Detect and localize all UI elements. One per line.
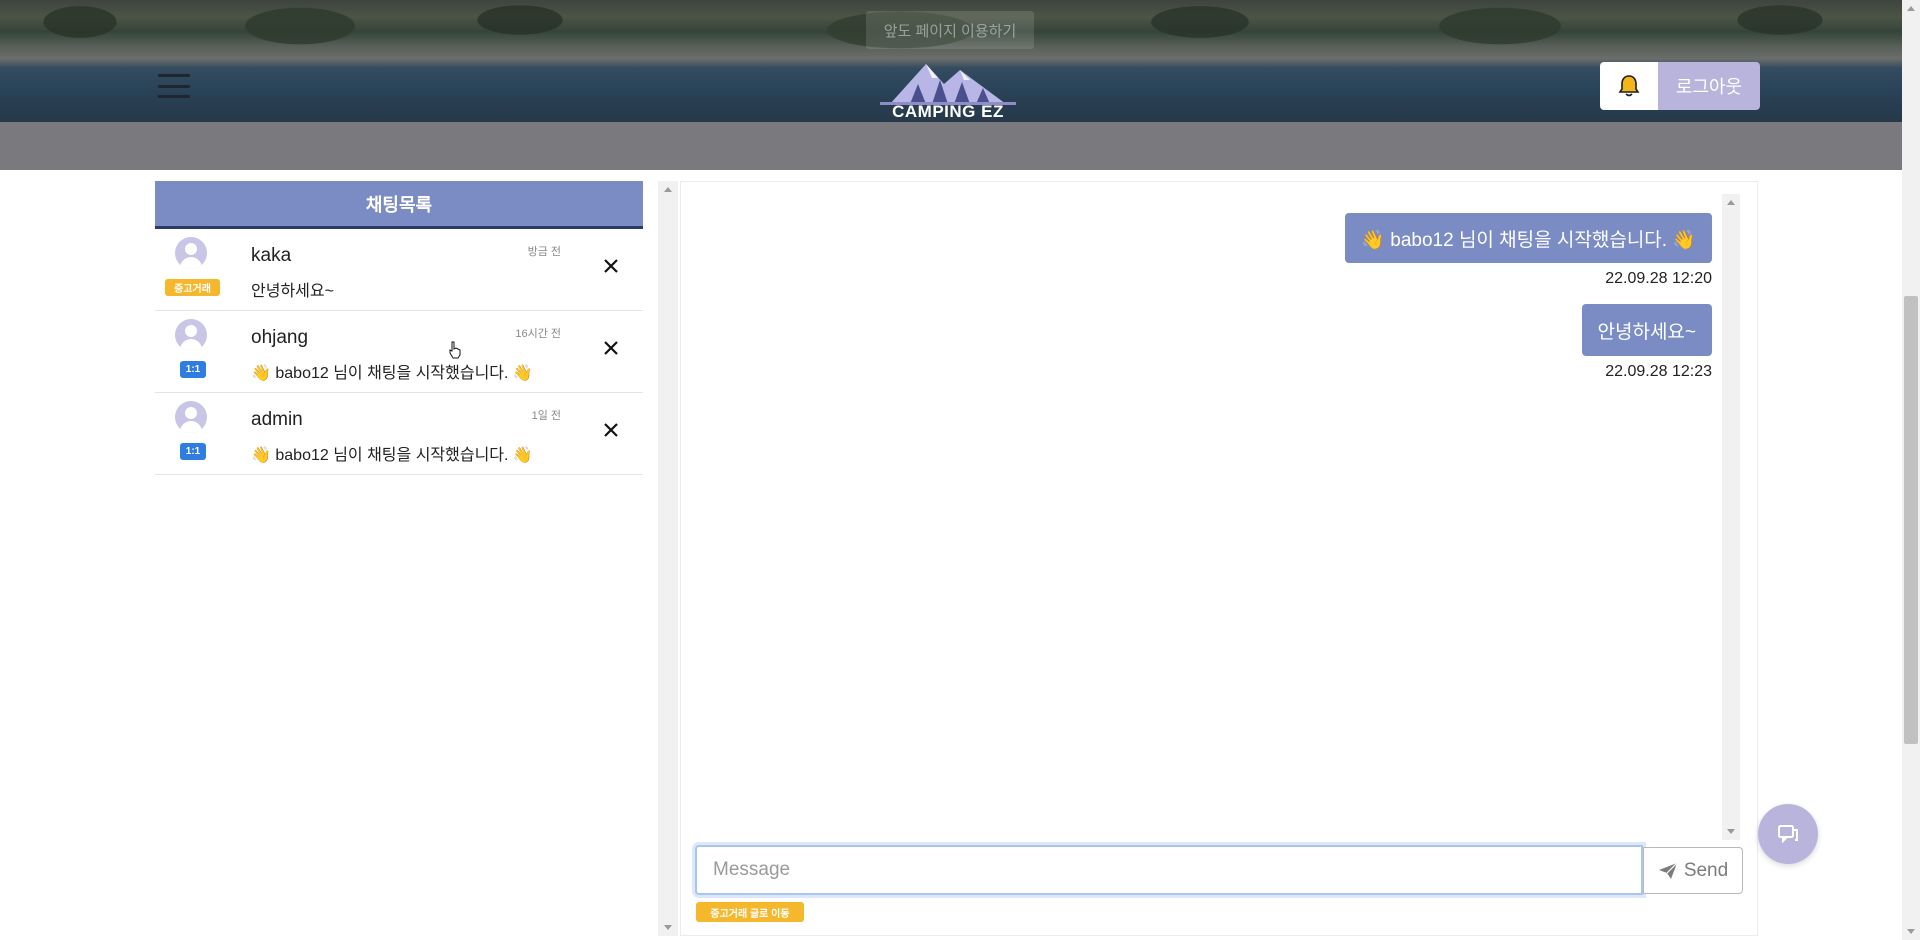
mountain-logo-icon xyxy=(880,64,1016,105)
tag-one-on-one: 1:1 xyxy=(180,361,206,378)
chat-time: 16시간 전 xyxy=(515,328,561,340)
room-outer-scrollbar[interactable] xyxy=(658,181,678,936)
chat-list-item[interactable]: 1:1 admin 1일 전 👋 babo12 님이 채팅을 시작했습니다. 👋 xyxy=(155,393,643,475)
avatar xyxy=(175,401,207,433)
avatar xyxy=(175,237,207,269)
tag-one-on-one: 1:1 xyxy=(180,443,206,460)
message-timestamp: 22.09.28 12:20 xyxy=(1605,270,1712,287)
chat-list-item[interactable]: 1:1 ohjang 16시간 전 👋 babo12 님이 채팅을 시작했습니다… xyxy=(155,311,643,393)
logo[interactable]: CAMPING EZ xyxy=(880,60,1016,126)
chat-name: ohjang xyxy=(251,327,309,348)
chat-preview: 👋 babo12 님이 채팅을 시작했습니다. 👋 xyxy=(251,447,533,464)
logo-text: CAMPING EZ xyxy=(892,102,1004,121)
notification-button[interactable] xyxy=(1600,62,1658,110)
chat-time: 1일 전 xyxy=(531,410,561,422)
chat-preview: 안녕하세요~ xyxy=(251,283,334,300)
hamburger-icon[interactable] xyxy=(158,74,190,98)
message-bubble: 안녕하세요~ xyxy=(1581,304,1712,356)
avatar xyxy=(175,319,207,351)
page-scrollbar-thumb[interactable] xyxy=(1904,296,1918,744)
message-bubble: 👋 babo12 님이 채팅을 시작했습니다. 👋 xyxy=(1345,213,1712,263)
chat-fab-button[interactable] xyxy=(1758,804,1818,864)
close-chat-button[interactable] xyxy=(600,337,622,359)
chat-time: 방금 전 xyxy=(527,246,561,258)
tag-used-trade: 중고거래 xyxy=(165,279,220,296)
bell-icon xyxy=(1618,75,1640,97)
chat-preview: 👋 babo12 님이 채팅을 시작했습니다. 👋 xyxy=(251,365,533,382)
close-chat-button[interactable] xyxy=(600,255,622,277)
message-list: 👋 babo12 님이 채팅을 시작했습니다. 👋 22.09.28 12:20… xyxy=(700,200,1712,400)
header: 앞도 페이지 이용하기 CAMPING EZ 로그아웃 xyxy=(0,0,1902,170)
chat-list-item[interactable]: 중고거래 kaka 방금 전 안녕하세요~ xyxy=(155,229,643,311)
chat-bubble-icon xyxy=(1778,825,1798,844)
send-button[interactable]: Send xyxy=(1643,847,1743,894)
close-icon xyxy=(604,341,618,355)
chat-list: 채팅목록 중고거래 kaka 방금 전 안녕하세요~ 1:1 ohjang 16… xyxy=(155,181,643,481)
paper-plane-icon xyxy=(1658,862,1678,879)
message-input[interactable] xyxy=(695,845,1643,895)
close-icon xyxy=(604,423,618,437)
goto-used-trade-post-button[interactable]: 중고거래 글로 이동 xyxy=(696,902,804,922)
logout-button[interactable]: 로그아웃 xyxy=(1658,62,1760,110)
messages-scrollbar[interactable] xyxy=(1722,194,1740,840)
chat-name: admin xyxy=(251,409,303,430)
close-chat-button[interactable] xyxy=(600,419,622,441)
chat-list-title: 채팅목록 xyxy=(155,181,643,229)
chat-name: kaka xyxy=(251,245,292,266)
hand-cursor-icon xyxy=(449,341,461,359)
message-timestamp: 22.09.28 12:23 xyxy=(1605,363,1712,380)
notice-button[interactable]: 앞도 페이지 이용하기 xyxy=(866,11,1034,49)
send-label: Send xyxy=(1683,859,1729,881)
close-icon xyxy=(604,259,618,273)
